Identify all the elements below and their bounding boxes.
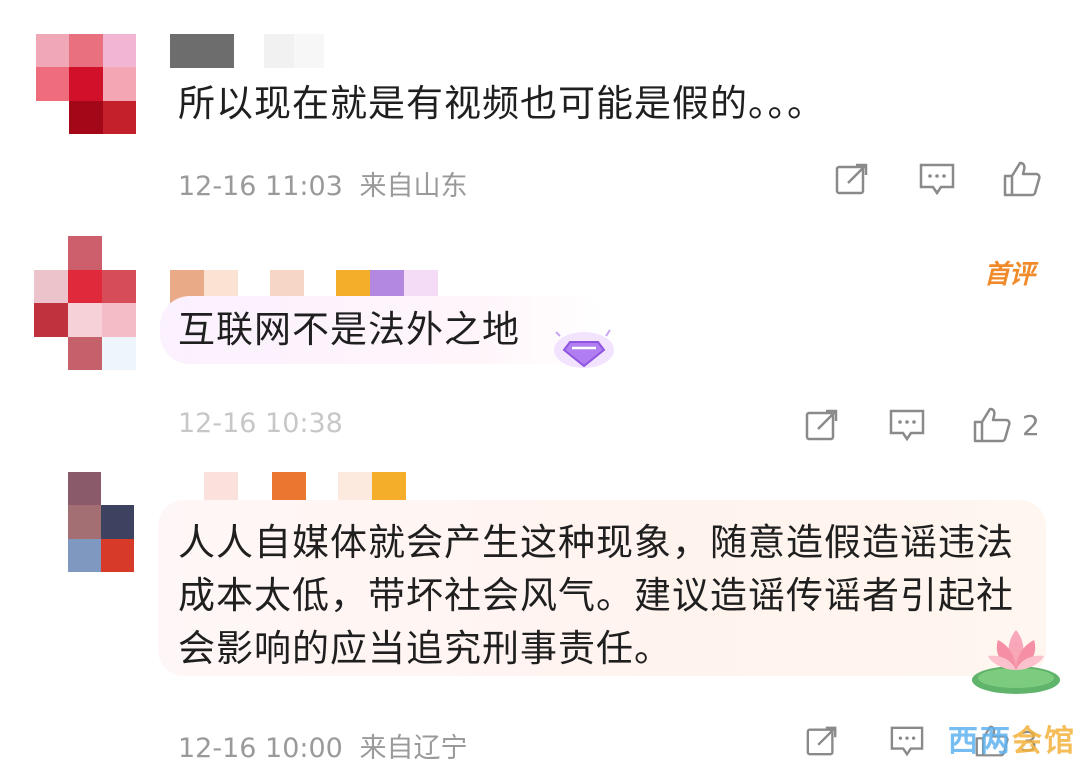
first-comment-badge: 首评: [984, 260, 1035, 290]
diamond-badge-icon: [552, 322, 616, 376]
username[interactable]: [170, 34, 324, 68]
share-icon: [805, 409, 838, 441]
comment-text-line: 会影响的应当追究刑事责任。: [178, 627, 672, 670]
watermark-text: 会馆: [1012, 724, 1076, 759]
comment-text: 所以现在就是有视频也可能是假的。。。: [178, 82, 825, 125]
avatar[interactable]: [36, 34, 136, 134]
comment-icon: [889, 409, 925, 442]
thumbs-up-icon: [973, 407, 1011, 443]
timestamp: 12-16 10:38: [178, 408, 343, 439]
timestamp: 12-16 11:03: [178, 171, 343, 202]
comment-icon: [919, 163, 955, 196]
comment-icon: [890, 726, 924, 757]
comment-text-line: 人人自媒体就会产生这种现象，随意造假造谣违法: [178, 521, 1014, 564]
share-icon: [835, 163, 868, 195]
share-button[interactable]: [804, 407, 840, 443]
comment-actions: 2: [804, 406, 1040, 444]
thumbs-up-icon: [1003, 161, 1041, 197]
reply-button[interactable]: [918, 161, 956, 197]
location: 来自辽宁: [359, 733, 468, 759]
lotus-icon: [970, 620, 1066, 700]
watermark-text: 两: [980, 724, 1012, 759]
reply-button[interactable]: [888, 407, 926, 443]
comment-meta: 12-16 11:03 来自山东: [178, 164, 467, 203]
location: 来自山东: [359, 171, 468, 202]
timestamp: 12-16 10:00: [178, 733, 343, 759]
comment-actions: [834, 160, 1050, 198]
comment-text: 人人自媒体就会产生这种现象，随意造假造谣违法 成本太低，带坏社会风气。建议造谣传…: [178, 516, 1014, 675]
like-button[interactable]: [1002, 160, 1050, 198]
comment-text: 互联网不是法外之地: [178, 308, 520, 351]
watermark: 西两会馆: [948, 716, 1076, 759]
share-icon: [806, 726, 837, 756]
like-button[interactable]: 2: [972, 406, 1040, 444]
share-button[interactable]: [834, 161, 870, 197]
watermark-text: 西: [948, 724, 980, 759]
avatar[interactable]: [68, 472, 134, 572]
comment-text-line: 成本太低，带坏社会风气。建议造谣传谣者引起社: [178, 574, 1014, 617]
avatar[interactable]: [34, 236, 136, 370]
comment-meta: 12-16 10:38: [178, 408, 343, 439]
share-button[interactable]: [804, 724, 840, 758]
comment-meta: 12-16 10:00 来自辽宁: [178, 726, 467, 759]
reply-button[interactable]: [888, 724, 926, 758]
like-count: 2: [1022, 408, 1040, 442]
